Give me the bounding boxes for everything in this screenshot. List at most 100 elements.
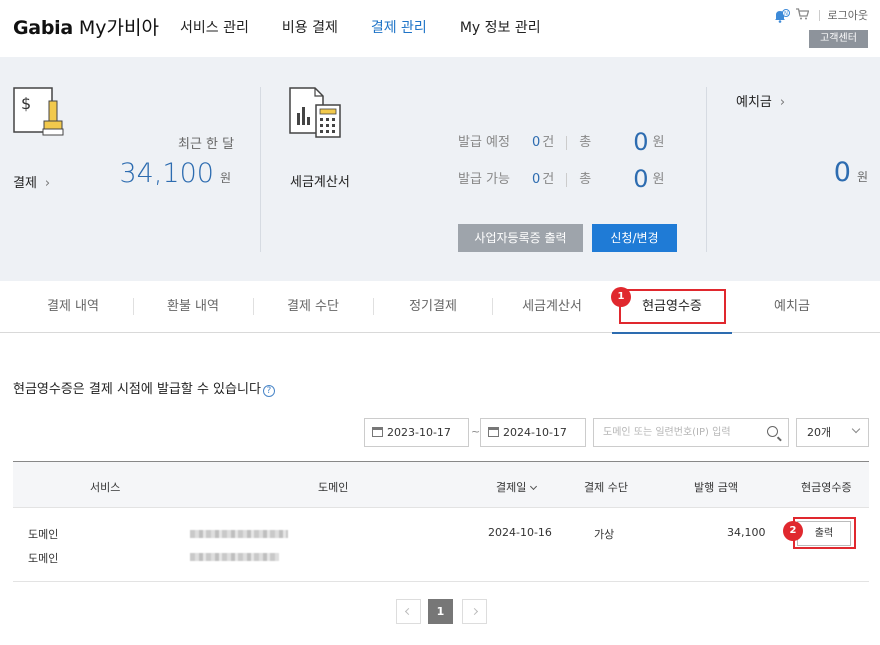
col-domain: 도메인 — [318, 481, 349, 494]
payment-amount-unit: 원 — [219, 171, 231, 185]
tax-row-available: 발급 가능 0 건 총 0 원 — [458, 165, 665, 193]
logout-link[interactable]: 로그아웃 — [828, 7, 868, 23]
tab-deposit[interactable]: 예치금 — [732, 281, 852, 333]
payment-amount-value: 34,100 — [119, 158, 214, 189]
col-issue-amount: 발행 금액 — [694, 481, 738, 494]
notice-text: 현금영수증은 결제 시점에 발급할 수 있습니다 — [13, 382, 261, 397]
domain-search-input[interactable] — [594, 419, 759, 446]
column-divider — [260, 87, 261, 252]
help-icon[interactable]: ? — [262, 385, 275, 397]
nav-billing[interactable]: 비용 결제 — [282, 17, 338, 37]
payment-date: 2024-10-16 — [488, 526, 552, 539]
tax-total-unit: 원 — [652, 172, 665, 187]
svg-text:$: $ — [21, 94, 31, 113]
service-name: 도메인 — [28, 552, 59, 565]
logo[interactable]: Gabia My가비아 — [13, 13, 159, 40]
customer-center-button[interactable]: 고객센터 — [809, 30, 868, 48]
calendar-icon — [372, 427, 383, 437]
logo-brand: Gabia — [13, 17, 73, 39]
tab-payment-history[interactable]: 결제 내역 — [13, 281, 133, 333]
recent-month-label: 최근 한 달 — [178, 137, 235, 152]
payment-link[interactable]: 결제 › — [13, 172, 50, 191]
col-service: 서비스 — [90, 481, 121, 494]
tax-total-value: 0 — [633, 165, 649, 193]
table-header: 서비스 도메인 결제일 결제 수단 발행 금액 현금영수증 — [13, 461, 869, 508]
calendar-icon — [488, 427, 499, 437]
end-date-value: 2024-10-17 — [503, 426, 567, 439]
chevron-right-icon: › — [44, 176, 51, 191]
notification-bell-icon[interactable]: N — [774, 8, 790, 23]
deposit-amount-unit: 원 — [856, 170, 868, 184]
tax-row-label: 발급 가능 — [458, 172, 510, 187]
payment-method: 가상 — [594, 528, 615, 541]
col-cash-receipt: 현금영수증 — [801, 481, 852, 494]
prev-page-button[interactable] — [396, 599, 421, 624]
service-name: 도메인 — [28, 528, 59, 541]
chevron-left-icon — [404, 607, 413, 616]
tax-row-scheduled: 발급 예정 0 건 총 0 원 — [458, 128, 665, 156]
chevron-down-icon — [851, 424, 861, 434]
notification-badge: N — [784, 11, 788, 17]
summary-panel: $ 결제 › 최근 한 달 34,100 원 세금계산서 발급 예정 0 건 총… — [0, 57, 880, 281]
issue-amount: 34,100 — [727, 526, 766, 539]
annotation-highlight-cash-receipt-tab — [619, 289, 726, 324]
column-divider — [706, 87, 707, 252]
nav-my-info[interactable]: My 정보 관리 — [460, 17, 541, 37]
tax-total-value: 0 — [633, 128, 649, 156]
global-nav: 서비스 관리 비용 결제 결제 관리 My 정보 관리 — [180, 17, 574, 37]
chevron-right-icon — [470, 607, 479, 616]
logo-sub: My가비아 — [78, 17, 159, 39]
apply-change-button[interactable]: 신청/변경 — [592, 224, 677, 252]
util-divider — [818, 9, 820, 21]
end-date-input[interactable]: 2024-10-17 — [480, 418, 586, 447]
chevron-right-icon: › — [779, 95, 786, 110]
domain-search-field[interactable] — [593, 418, 789, 447]
date-range-separator: ~ — [471, 425, 481, 438]
total-label: 총 — [579, 135, 592, 150]
tax-invoice-calculator-icon — [289, 87, 343, 143]
page-button-current[interactable]: 1 — [428, 599, 453, 624]
tab-recurring-payment[interactable]: 정기결제 — [373, 281, 493, 333]
payment-doc-icon: $ — [13, 87, 67, 143]
deposit-label: 예치금 — [736, 95, 772, 110]
nav-payment-management[interactable]: 결제 관리 — [371, 17, 427, 37]
business-cert-print-button[interactable]: 사업자등록증 출력 — [458, 224, 583, 252]
tab-payment-method[interactable]: 결제 수단 — [253, 281, 373, 333]
deposit-amount: 0원 — [834, 157, 868, 188]
tab-refund-history[interactable]: 환불 내역 — [133, 281, 253, 333]
payment-amount: 34,100 원 — [119, 158, 231, 189]
table-row: 도메인 도메인 2024-10-16 가상 34,100 — [13, 508, 869, 582]
col-payment-method: 결제 수단 — [584, 481, 628, 494]
tab-tax-invoice[interactable]: 세금계산서 — [492, 281, 612, 333]
deposit-amount-value: 0 — [833, 157, 851, 188]
start-date-input[interactable]: 2023-10-17 — [364, 418, 469, 447]
total-label: 총 — [579, 172, 592, 187]
tax-total-unit: 원 — [652, 135, 665, 150]
payment-label: 결제 — [13, 176, 37, 191]
tax-count: 0 — [532, 172, 541, 187]
cart-icon[interactable] — [795, 7, 809, 23]
top-header: Gabia My가비아 서비스 관리 비용 결제 결제 관리 My 정보 관리 … — [0, 0, 880, 57]
tax-row-label: 발급 예정 — [458, 135, 510, 150]
annotation-marker-1: 1 — [611, 287, 631, 307]
search-icon[interactable] — [767, 426, 778, 437]
tax-count-unit: 건 — [542, 172, 555, 187]
divider — [566, 135, 568, 150]
cash-receipt-table: 서비스 도메인 결제일 결제 수단 발행 금액 현금영수증 도메인 도메인 20… — [13, 461, 869, 582]
divider — [566, 172, 568, 187]
col-payment-date-sort[interactable]: 결제일 — [496, 479, 538, 495]
redacted-domain — [190, 530, 288, 538]
deposit-link[interactable]: 예치금 › — [736, 91, 785, 110]
annotation-marker-2: 2 — [783, 521, 803, 541]
tax-count: 0 — [532, 135, 541, 150]
sort-chevron-icon — [530, 482, 538, 491]
redacted-domain — [190, 553, 279, 561]
page-size-value: 20개 — [807, 426, 832, 439]
col-payment-date: 결제일 — [496, 481, 527, 494]
tax-count-unit: 건 — [542, 135, 555, 150]
utility-bar: N 로그아웃 — [774, 7, 868, 23]
tax-invoice-label: 세금계산서 — [290, 175, 350, 190]
next-page-button[interactable] — [462, 599, 487, 624]
nav-service-management[interactable]: 서비스 관리 — [180, 17, 249, 37]
page-size-select[interactable]: 20개 — [796, 418, 869, 447]
